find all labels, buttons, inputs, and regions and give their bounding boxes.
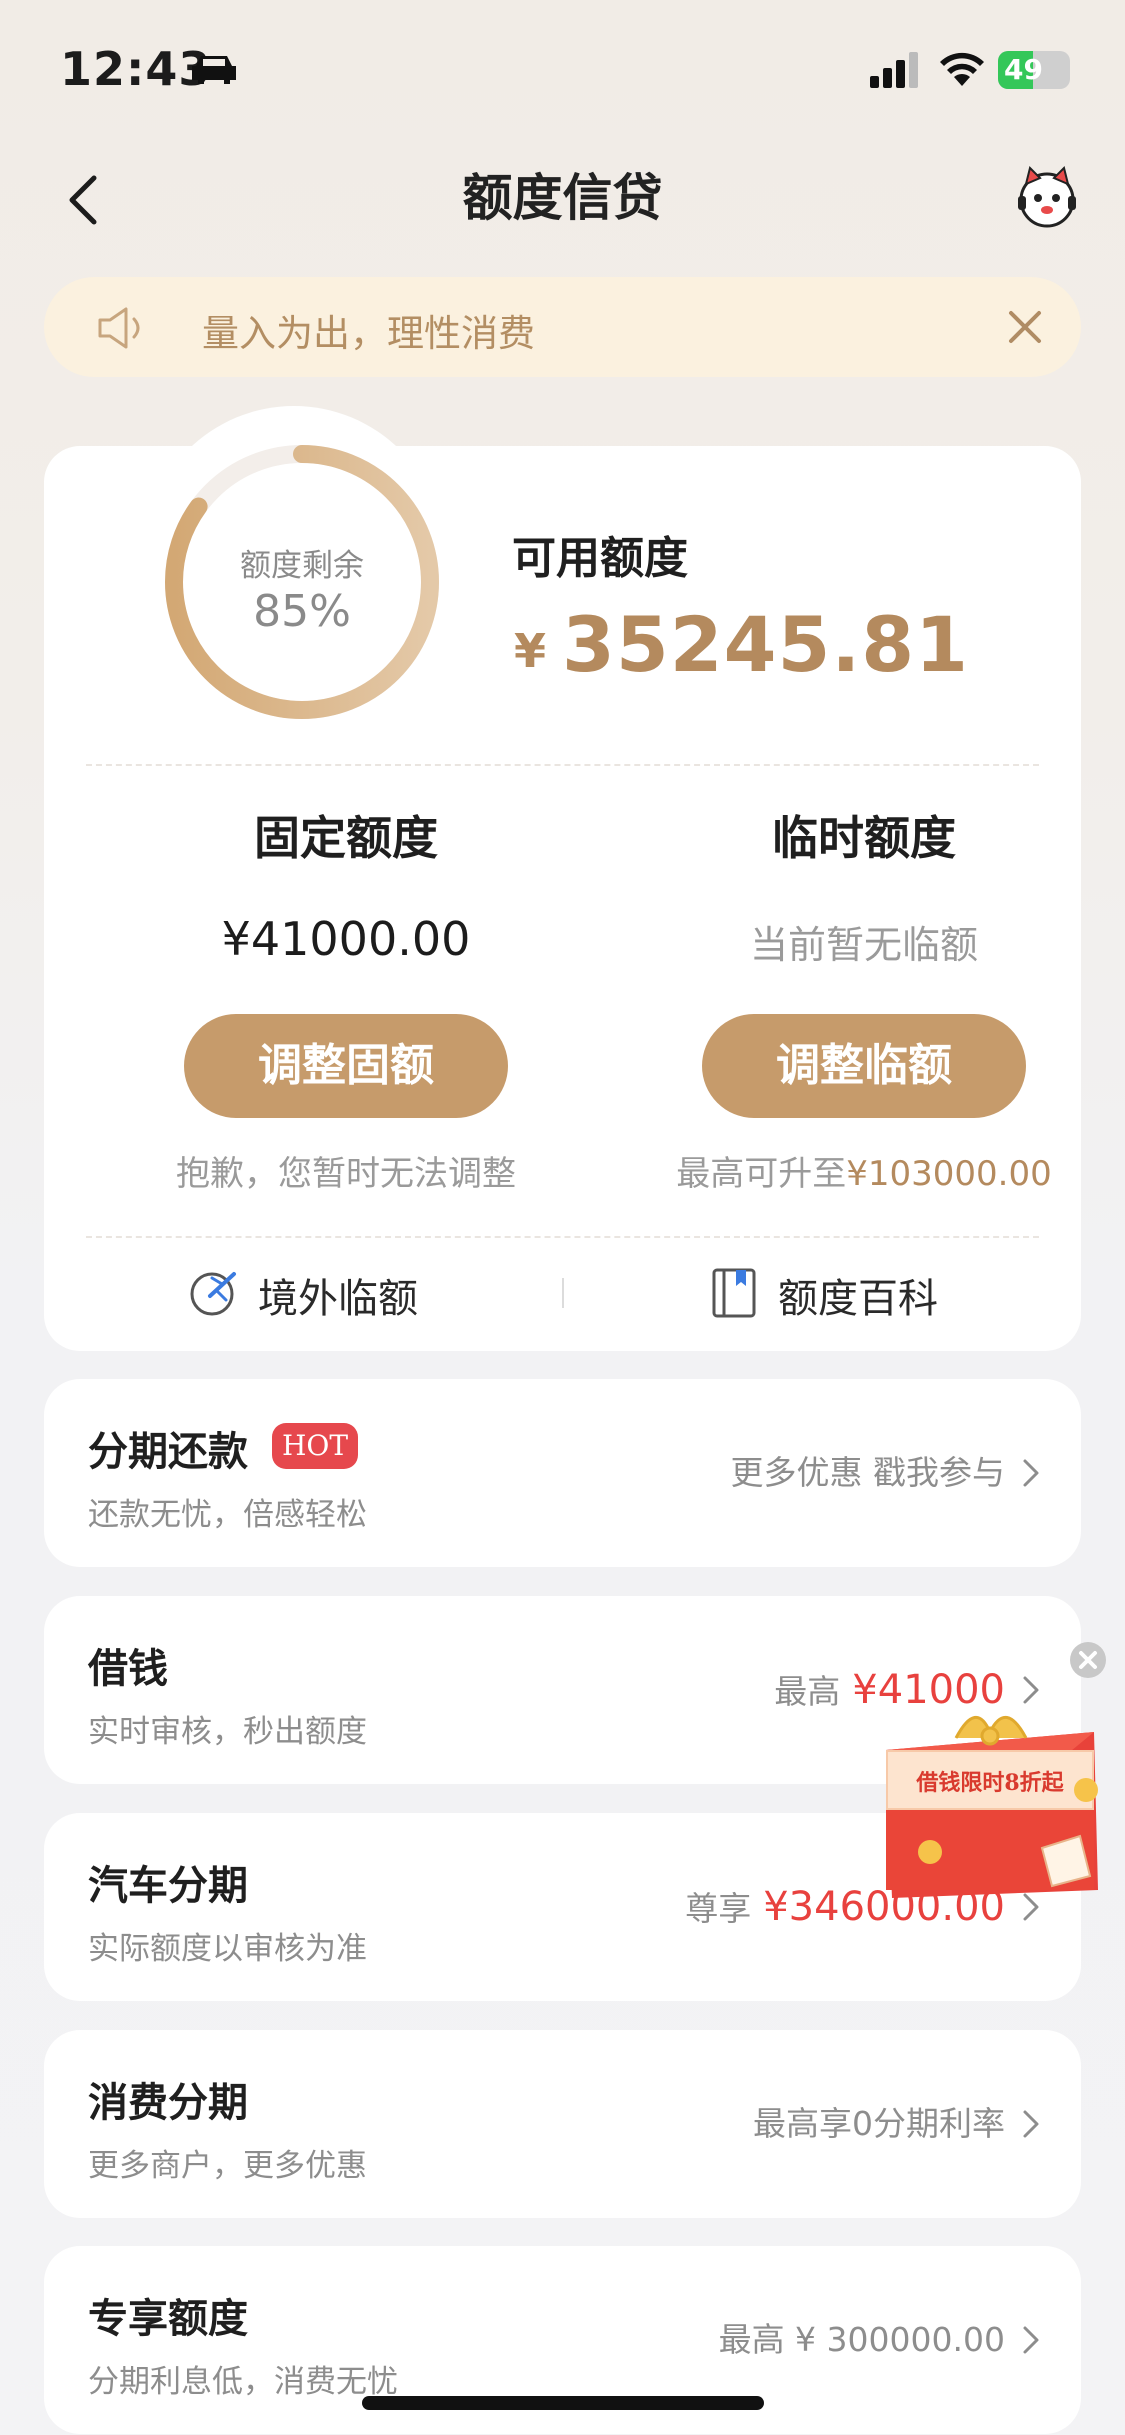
item-right-label: 最高 (774, 1672, 841, 1711)
promo-text: 借钱限时8折起 (915, 1770, 1064, 1796)
list-item-installment-repayment[interactable]: 分期还款 HOT 还款无忧，倍感轻松 更多优惠 戳我参与 (44, 1379, 1081, 1567)
item-right-label: 最高 ¥ 300000.00 (718, 2320, 1005, 2359)
item-subtitle: 实际额度以审核为准 (88, 1931, 367, 1967)
temporary-credit-title: 临时额度 (772, 811, 956, 865)
speaker-icon (98, 307, 140, 349)
temporary-hint-prefix: 最高可升至 (676, 1154, 847, 1194)
notice-text: 量入为出，理性消费 (202, 312, 535, 355)
item-subtitle: 更多商户，更多优惠 (88, 2148, 367, 2184)
item-right-label: 最高享0分期利率 (753, 2104, 1005, 2143)
status-bar: 12:43 49 (0, 0, 1125, 140)
divider (86, 1236, 1039, 1238)
book-icon (712, 1268, 756, 1318)
cellular-signal-icon (870, 52, 918, 88)
airplane-globe-icon (190, 1272, 236, 1316)
wifi-icon (940, 52, 984, 86)
ring-label: 额度剩余 (240, 548, 364, 584)
item-title: 汽车分期 (88, 1863, 248, 1909)
battery-indicator: 49 (998, 51, 1070, 89)
credit-summary-card: 额度剩余 85% 可用额度 ¥ 35245.81 固定额度 临时额度 ¥4100… (44, 406, 1081, 1351)
item-subtitle: 分期利息低，消费无忧 (88, 2364, 398, 2400)
home-indicator (362, 2396, 764, 2410)
fixed-credit-title: 固定额度 (254, 811, 438, 865)
fixed-credit-value: ¥41000.00 (221, 912, 471, 966)
notice-banner: 量入为出，理性消费 (44, 277, 1081, 377)
item-subtitle: 实时审核，秒出额度 (88, 1714, 367, 1750)
item-title: 消费分期 (88, 2080, 248, 2126)
available-credit-amount: 35245.81 (562, 600, 970, 689)
temporary-hint-amount: ¥103000.00 (846, 1154, 1052, 1194)
item-right-text: 更多优惠 戳我参与 (731, 1379, 1006, 1567)
chevron-right-icon (1023, 2326, 1039, 2354)
overseas-credit-link[interactable]: 境外临额 (188, 1262, 468, 1322)
overseas-credit-label: 境外临额 (258, 1276, 418, 1322)
item-title: 借钱 (88, 1646, 168, 1692)
available-currency: ¥ (514, 624, 547, 678)
page-title: 额度信贷 (462, 169, 663, 227)
divider (86, 764, 1039, 766)
promo-close-icon[interactable] (1068, 1640, 1108, 1680)
item-right-label: 尊享 (685, 1889, 752, 1928)
divider (562, 1278, 564, 1308)
chevron-right-icon (1023, 1459, 1039, 1487)
hot-badge: HOT (272, 1423, 358, 1469)
credit-wiki-label: 额度百科 (778, 1276, 938, 1322)
credit-wiki-link[interactable]: 额度百科 (708, 1262, 968, 1322)
item-right-text: 最高享0分期利率 (753, 2030, 1005, 2218)
mascot-avatar-icon[interactable] (1012, 162, 1082, 232)
item-right-label: 更多优惠 戳我参与 (730, 1453, 1006, 1492)
temporary-credit-value: 当前暂无临额 (749, 923, 978, 967)
ring-percentage: 85% (253, 586, 351, 637)
adjust-fixed-credit-button[interactable]: 调整固额 (184, 1014, 508, 1118)
available-credit-label: 可用额度 (512, 533, 688, 584)
chevron-right-icon (1023, 2110, 1039, 2138)
temporary-credit-hint: 最高可升至¥103000.00 (604, 1146, 1124, 1195)
item-subtitle: 还款无忧，倍感轻松 (88, 1497, 367, 1533)
item-title: 专享额度 (88, 2296, 248, 2342)
item-title: 分期还款 (88, 1429, 248, 1475)
fixed-credit-hint: 抱歉，您暂时无法调整 (176, 1154, 516, 1194)
list-item-consumer-installment[interactable]: 消费分期 更多商户，更多优惠 最高享0分期利率 (44, 2030, 1081, 2218)
adjust-temporary-credit-button[interactable]: 调整临额 (702, 1014, 1026, 1118)
battery-level-text: 49 (1004, 53, 1043, 86)
nav-bar: 额度信贷 (0, 140, 1125, 250)
close-icon[interactable] (999, 301, 1051, 353)
status-time: 12:43 (60, 42, 212, 96)
car-icon (192, 56, 236, 84)
